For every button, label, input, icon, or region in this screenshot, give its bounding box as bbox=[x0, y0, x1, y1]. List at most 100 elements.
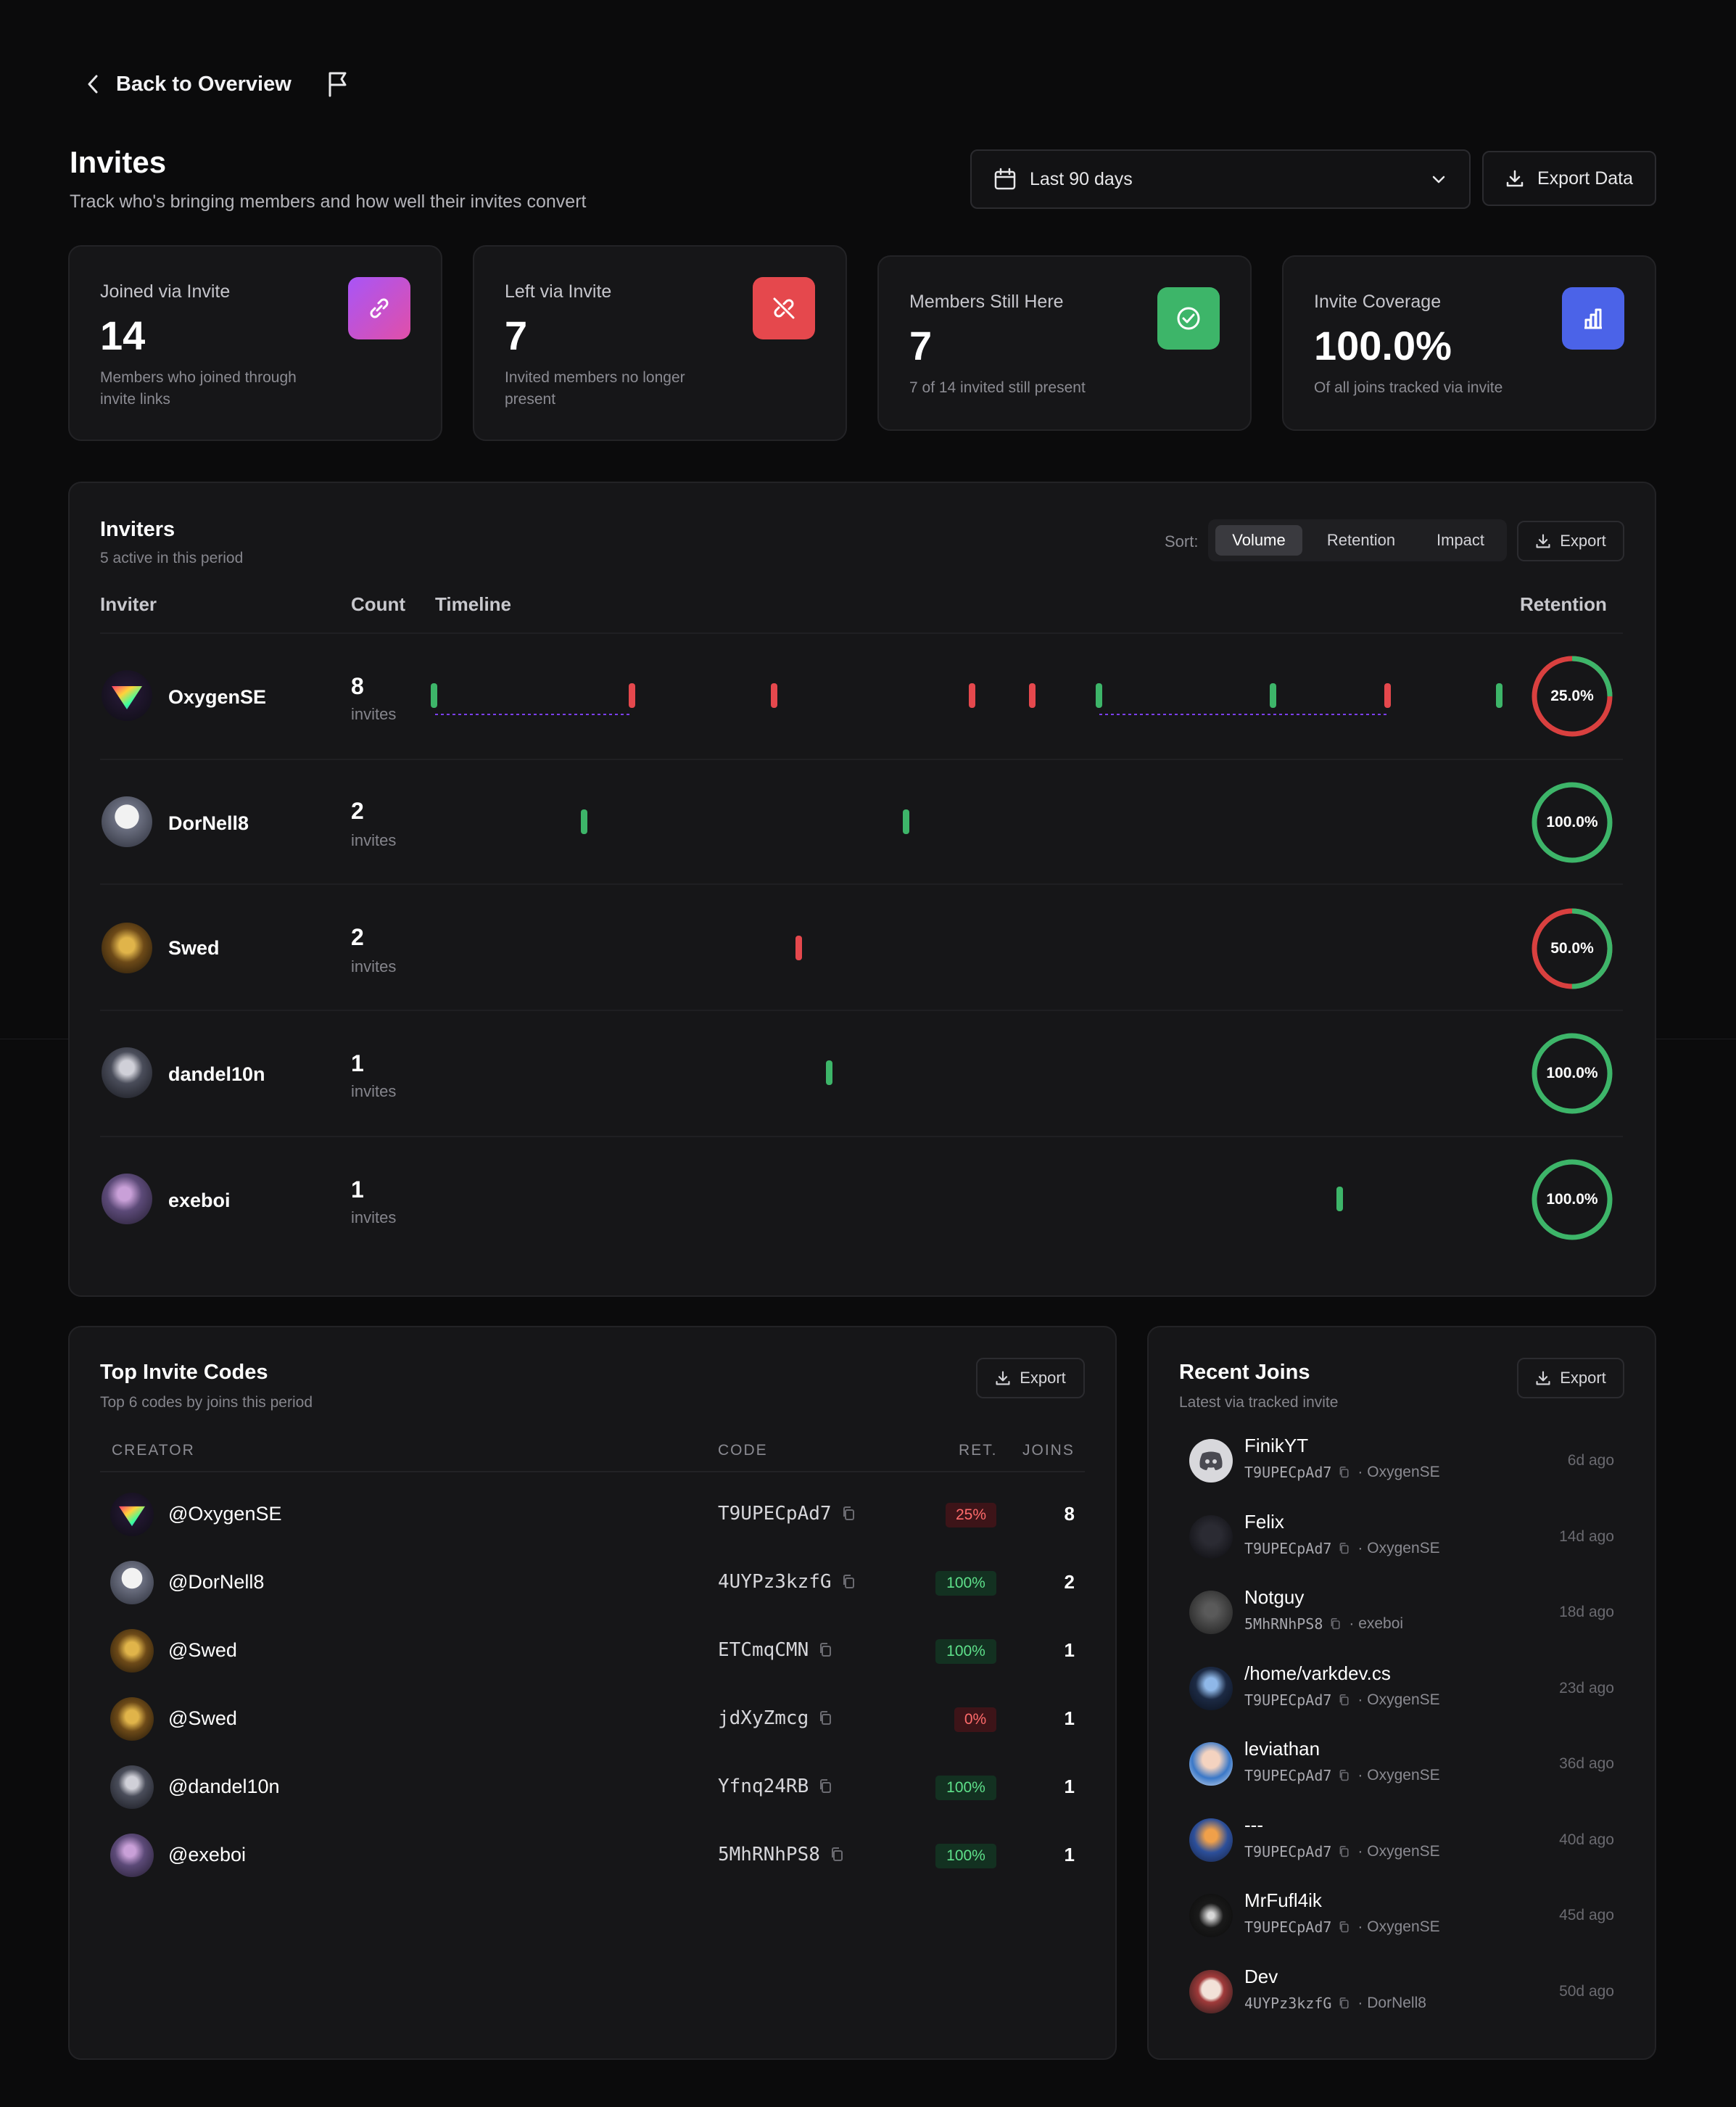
creator-avatar bbox=[110, 1697, 154, 1741]
member-meta: 5MhRNhPS8 · exeboi bbox=[1244, 1615, 1403, 1633]
join-time: 45d ago bbox=[1559, 1907, 1614, 1923]
stat-description: Invited members no longer bbox=[505, 369, 685, 386]
member-avatar bbox=[1189, 1591, 1233, 1634]
divider bbox=[100, 1136, 1623, 1137]
copy-icon[interactable] bbox=[1339, 1694, 1350, 1707]
creator-name: @Swed bbox=[168, 1707, 237, 1729]
join-time: 50d ago bbox=[1559, 1982, 1614, 2000]
invite-unit: invites bbox=[351, 1082, 397, 1100]
invite-unit: invites bbox=[351, 831, 397, 849]
copy-icon[interactable] bbox=[819, 1642, 833, 1658]
invite-code: jdXyZmcg bbox=[718, 1707, 833, 1729]
invite-code-text: T9UPECpAd7 bbox=[1244, 1691, 1332, 1709]
copy-icon[interactable] bbox=[1339, 1921, 1350, 1934]
retention-label: 25.0% bbox=[1550, 688, 1594, 704]
column-count: Count bbox=[351, 593, 406, 615]
date-range-select[interactable]: Last 90 days bbox=[970, 149, 1471, 209]
member-name: Dev bbox=[1244, 1965, 1278, 1987]
timeline-marker bbox=[1336, 1187, 1343, 1211]
column-joins: JOINS bbox=[1022, 1442, 1075, 1459]
join-time: 14d ago bbox=[1559, 1527, 1614, 1545]
recent-export-button[interactable]: Export bbox=[1517, 1358, 1624, 1398]
chevron-down-icon bbox=[1432, 176, 1445, 184]
invite-code-text: 4UYPz3kzfG bbox=[718, 1571, 832, 1593]
timeline-track bbox=[1336, 1187, 1343, 1211]
inviter-name: OxygenSE bbox=[168, 686, 267, 708]
member-name: leviathan bbox=[1244, 1738, 1320, 1760]
sort-label: Sort: bbox=[1165, 532, 1199, 551]
timeline-marker bbox=[1384, 683, 1391, 708]
timeline-track bbox=[826, 1060, 832, 1085]
member-meta: T9UPECpAd7 · OxygenSE bbox=[1244, 1540, 1440, 1557]
timeline-marker bbox=[1496, 683, 1503, 708]
inviters-export-button[interactable]: Export bbox=[1517, 521, 1624, 561]
copy-icon[interactable] bbox=[1339, 1769, 1350, 1782]
inviters-subtitle: 5 active in this period bbox=[100, 550, 244, 566]
member-meta: T9UPECpAd7 · OxygenSE bbox=[1244, 1767, 1440, 1784]
invite-code-text: ETCmqCMN bbox=[718, 1639, 809, 1661]
divider bbox=[100, 759, 1623, 760]
joins-count: 1 bbox=[1064, 1639, 1075, 1661]
timeline-track bbox=[581, 809, 909, 834]
joins-count: 1 bbox=[1064, 1707, 1075, 1729]
avatar bbox=[102, 1174, 152, 1224]
back-to-overview-link[interactable]: Back to Overview bbox=[86, 70, 292, 99]
calendar-icon bbox=[994, 168, 1016, 190]
flag-icon bbox=[328, 72, 347, 97]
member-name: --- bbox=[1244, 1813, 1263, 1836]
retention-badge: 100% bbox=[935, 1776, 996, 1800]
timeline-marker bbox=[795, 936, 802, 960]
download-icon bbox=[996, 1371, 1010, 1385]
flag-button[interactable] bbox=[325, 70, 350, 99]
stat-value: 7 bbox=[505, 313, 528, 358]
broken-link-icon bbox=[753, 277, 815, 339]
export-data-label: Export Data bbox=[1537, 168, 1634, 189]
copy-icon[interactable] bbox=[830, 1847, 845, 1863]
retention-badge: 100% bbox=[935, 1639, 996, 1664]
copy-icon[interactable] bbox=[1339, 1845, 1350, 1858]
copy-icon[interactable] bbox=[1339, 1466, 1350, 1479]
codes-export-button[interactable]: Export bbox=[976, 1358, 1085, 1398]
codes-subtitle: Top 6 codes by joins this period bbox=[100, 1394, 313, 1411]
avatar bbox=[102, 923, 152, 973]
member-avatar bbox=[1189, 1666, 1233, 1710]
creator-name: @DorNell8 bbox=[168, 1571, 265, 1593]
copy-icon[interactable] bbox=[1339, 1542, 1350, 1555]
inviter-name: DorNell8 bbox=[168, 812, 249, 834]
creator-name: @dandel10n bbox=[168, 1776, 280, 1797]
invite-unit: invites bbox=[351, 1208, 397, 1226]
member-avatar bbox=[1189, 1969, 1233, 2013]
inviter-name: Swed bbox=[168, 937, 220, 959]
inviter-name: · exeboi bbox=[1349, 1615, 1404, 1632]
check-circle-icon bbox=[1157, 287, 1220, 350]
timeline-marker bbox=[431, 683, 437, 708]
stat-description: 7 of 14 invited still present bbox=[909, 379, 1086, 396]
column-code: CODE bbox=[718, 1442, 768, 1459]
inviter-name: · OxygenSE bbox=[1357, 1842, 1440, 1860]
stat-description: Members who joined through bbox=[100, 369, 297, 386]
invite-code: Yfnq24RB bbox=[718, 1776, 833, 1797]
invite-code: T9UPECpAd7 bbox=[718, 1503, 856, 1525]
creator-avatar bbox=[110, 1561, 154, 1604]
stat-value: 100.0% bbox=[1314, 323, 1452, 368]
copy-icon[interactable] bbox=[1339, 1997, 1350, 2010]
discord-icon bbox=[1189, 1439, 1233, 1483]
member-avatar bbox=[1189, 1514, 1233, 1559]
divider bbox=[100, 883, 1623, 885]
export-label: Export bbox=[1020, 1369, 1066, 1387]
copy-icon[interactable] bbox=[1330, 1617, 1342, 1630]
export-data-button[interactable]: Export Data bbox=[1482, 151, 1656, 206]
retention-label: 50.0% bbox=[1550, 940, 1594, 957]
copy-icon[interactable] bbox=[842, 1574, 856, 1590]
divider bbox=[100, 1010, 1623, 1011]
copy-icon[interactable] bbox=[819, 1710, 833, 1726]
joins-count: 1 bbox=[1064, 1776, 1075, 1797]
sort-option-volume[interactable]: Volume bbox=[1215, 525, 1302, 556]
member-avatar bbox=[1189, 1818, 1233, 1862]
sort-option-impact[interactable]: Impact bbox=[1420, 525, 1501, 556]
copy-icon[interactable] bbox=[819, 1778, 833, 1794]
sort-option-retention[interactable]: Retention bbox=[1308, 525, 1414, 556]
creator-avatar bbox=[110, 1834, 154, 1877]
joins-count: 8 bbox=[1064, 1503, 1075, 1525]
copy-icon[interactable] bbox=[842, 1506, 856, 1522]
